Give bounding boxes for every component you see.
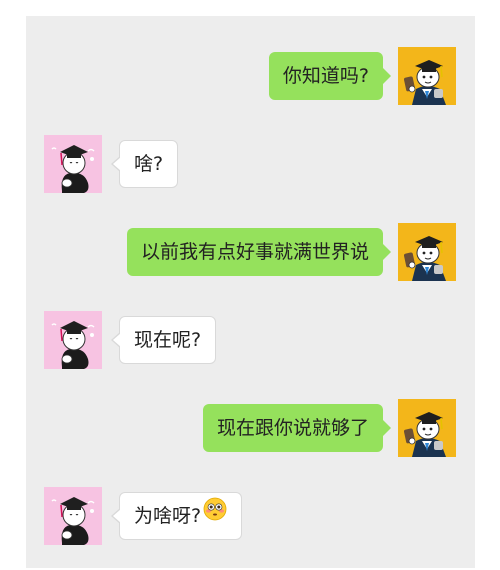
- message-row-received: 现在呢?: [26, 311, 475, 369]
- message-bubble-sent[interactable]: 现在跟你说就够了: [202, 404, 392, 452]
- message-row-sent: 你知道吗?: [26, 47, 475, 105]
- message-row-sent: 以前我有点好事就满世界说: [26, 223, 475, 281]
- message-bubble-received[interactable]: 现在呢?: [110, 316, 217, 364]
- graduate-on-pink-avatar-icon[interactable]: [44, 311, 102, 369]
- message-row-received: 啥?: [26, 135, 475, 193]
- message-text: 为啥呀?: [134, 505, 202, 527]
- graduate-with-phone-avatar-icon[interactable]: [398, 223, 456, 281]
- message-bubble-sent[interactable]: 你知道吗?: [268, 52, 392, 100]
- flushed-face-icon: [203, 492, 227, 538]
- message-bubble-received[interactable]: 啥?: [110, 140, 179, 188]
- chat-area: 你知道吗? 啥? 以前我有点好事就满世界说 现在呢? 现在跟你说就够了 为啥呀?: [26, 16, 475, 568]
- graduate-on-pink-avatar-icon[interactable]: [44, 135, 102, 193]
- graduate-on-pink-avatar-icon[interactable]: [44, 487, 102, 545]
- graduate-with-phone-avatar-icon[interactable]: [398, 399, 456, 457]
- message-bubble-received[interactable]: 为啥呀?: [110, 492, 243, 540]
- message-row-sent: 现在跟你说就够了: [26, 399, 475, 457]
- message-bubble-sent[interactable]: 以前我有点好事就满世界说: [126, 228, 392, 276]
- message-row-received: 为啥呀?: [26, 487, 475, 545]
- graduate-with-phone-avatar-icon[interactable]: [398, 47, 456, 105]
